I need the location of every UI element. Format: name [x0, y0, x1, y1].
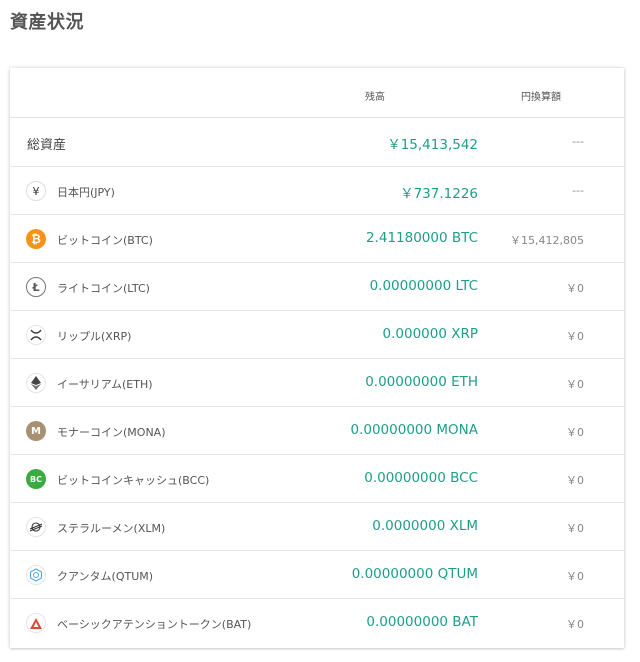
asset-row-btc: ₿ ビットコイン(BTC) 2.41180000 BTC ￥15,412,805	[10, 215, 624, 263]
asset-row-xrp: リップル(XRP) 0.000000 XRP ￥0	[10, 311, 624, 359]
total-assets-row: 総資産 ￥15,413,542 ---	[10, 118, 624, 167]
total-assets-jpy: ---	[572, 135, 584, 148]
asset-balance: 0.0000000 XLM	[372, 518, 478, 534]
bat-icon	[26, 613, 46, 633]
litecoin-icon: Ł	[26, 277, 46, 297]
asset-name: ビットコインキャッシュ(BCC)	[57, 474, 210, 487]
asset-balance: 0.00000000 MONA	[350, 422, 479, 438]
asset-name: イーサリアム(ETH)	[57, 378, 153, 391]
asset-row-bcc: BC ビットコインキャッシュ(BCC) 0.00000000 BCC ￥0	[10, 455, 624, 503]
balance-column-header: 残高	[365, 92, 385, 103]
asset-name: クアンタム(QTUM)	[57, 570, 154, 583]
bitcoin-icon: ₿	[26, 229, 46, 249]
total-assets-balance: ￥15,413,542	[387, 137, 478, 153]
asset-balance: 0.00000000 ETH	[365, 374, 478, 390]
asset-balance: 0.000000 XRP	[382, 326, 478, 342]
asset-jpy-value: ￥0	[566, 522, 584, 535]
asset-row-qtum: クアンタム(QTUM) 0.00000000 QTUM ￥0	[10, 551, 624, 599]
asset-balance: 2.41180000 BTC	[365, 230, 478, 246]
asset-jpy-value: ￥15,412,805	[510, 234, 584, 247]
asset-jpy-value: ￥0	[566, 570, 584, 583]
asset-balance: 0.00000000 BAT	[366, 614, 478, 630]
asset-jpy-value: ￥0	[566, 474, 584, 487]
asset-row-jpy: ¥ 日本円(JPY) ￥737.1226 ---	[10, 167, 624, 215]
asset-balance: 0.00000000 BCC	[364, 470, 478, 486]
table-header: 残高 円換算額	[10, 68, 624, 118]
ripple-icon	[26, 325, 46, 345]
asset-name: ライトコイン(LTC)	[57, 282, 150, 295]
stellar-icon	[26, 517, 46, 537]
asset-name: ベーシックアテンショントークン(BAT)	[57, 618, 252, 631]
asset-balance: 0.00000000 LTC	[369, 278, 478, 294]
ethereum-icon	[26, 373, 46, 393]
asset-balance: ￥737.1226	[400, 186, 478, 202]
monacoin-icon: M	[26, 421, 46, 441]
asset-row-mona: M モナーコイン(MONA) 0.00000000 MONA ￥0	[10, 407, 624, 455]
asset-name: ビットコイン(BTC)	[57, 234, 153, 247]
asset-name: ステラルーメン(XLM)	[57, 522, 166, 535]
asset-jpy-value: ￥0	[566, 282, 584, 295]
page-title: 資産状況	[10, 12, 84, 33]
asset-row-eth: イーサリアム(ETH) 0.00000000 ETH ￥0	[10, 359, 624, 407]
asset-row-ltc: Ł ライトコイン(LTC) 0.00000000 LTC ￥0	[10, 263, 624, 311]
asset-jpy-value: ---	[572, 184, 584, 197]
asset-jpy-value: ￥0	[566, 618, 584, 631]
asset-jpy-value: ￥0	[566, 378, 584, 391]
total-assets-label: 総資産	[27, 138, 67, 153]
yen-icon: ¥	[26, 181, 46, 201]
qtum-icon	[26, 565, 46, 585]
asset-name: 日本円(JPY)	[57, 186, 115, 199]
asset-name: モナーコイン(MONA)	[57, 426, 166, 439]
jpy-column-header: 円換算額	[521, 92, 561, 103]
bitcoin-cash-icon: BC	[26, 469, 46, 489]
asset-jpy-value: ￥0	[566, 330, 584, 343]
asset-balance: 0.00000000 QTUM	[351, 566, 478, 582]
asset-row-xlm: ステラルーメン(XLM) 0.0000000 XLM ￥0	[10, 503, 624, 551]
asset-table: 残高 円換算額 総資産 ￥15,413,542 --- ¥ 日本円(JPY) ￥…	[10, 68, 624, 648]
asset-row-bat: ベーシックアテンショントークン(BAT) 0.00000000 BAT ￥0	[10, 599, 624, 647]
asset-name: リップル(XRP)	[57, 330, 132, 343]
asset-jpy-value: ￥0	[566, 426, 584, 439]
